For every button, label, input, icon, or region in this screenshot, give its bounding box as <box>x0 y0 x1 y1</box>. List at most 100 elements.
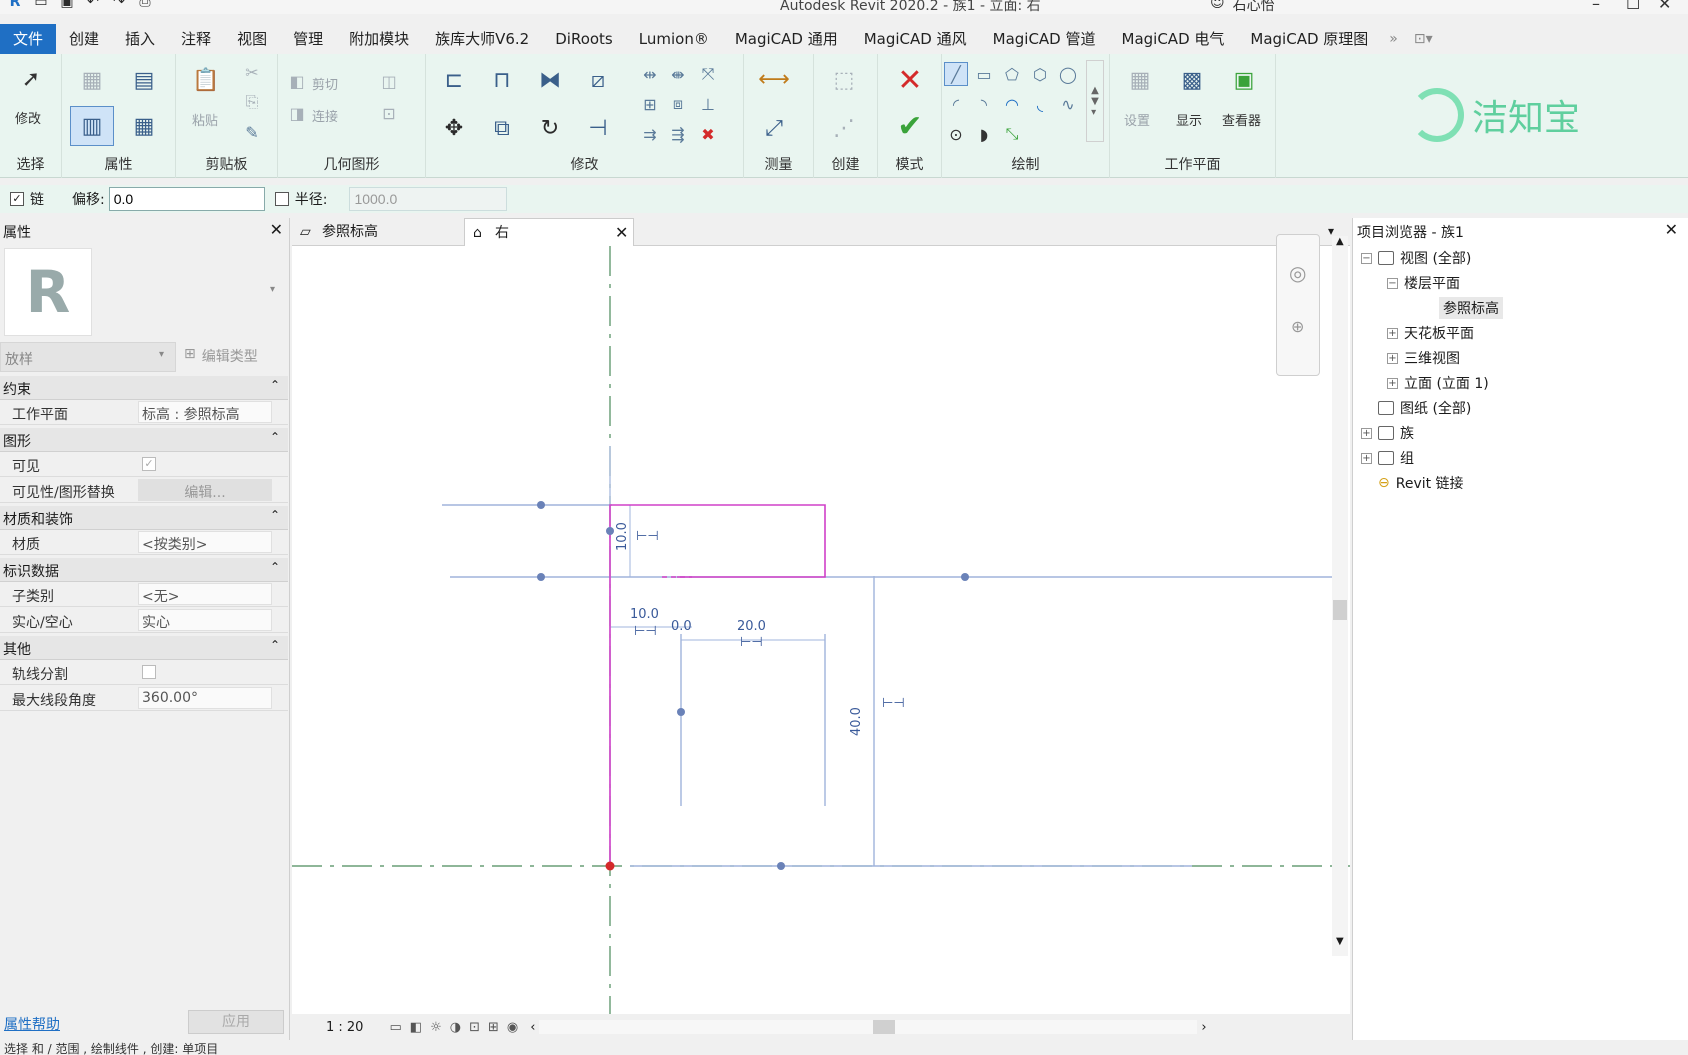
arc-center-icon[interactable]: ◝ <box>972 92 996 116</box>
drawing-canvas[interactable]: 10.0 10.0 0.0 20.0 40.0 ⊢⊣ ⊢⊣ ⊢⊣ ⊢⊣ ◎ ⊕ … <box>292 234 1350 1014</box>
collapse-icon[interactable]: − <box>1387 277 1398 289</box>
pick-lines-icon[interactable]: ⤡ <box>1000 122 1024 146</box>
tree-node-sheets[interactable]: 图纸 (全部) <box>1361 398 1471 418</box>
more-tabs-icon[interactable]: » <box>1381 31 1406 47</box>
delete-icon[interactable]: ✖ <box>696 122 720 146</box>
maximize-icon[interactable]: ☐ <box>1626 0 1640 13</box>
trim-extend-icon[interactable]: ⊣ <box>578 108 618 148</box>
tab-insert[interactable]: 插入 <box>112 24 168 54</box>
sun-path-icon[interactable]: ☼ <box>430 1020 442 1035</box>
split-icon[interactable]: ⇹ <box>638 62 662 86</box>
polygon-icon[interactable]: ⬠ <box>1000 62 1024 86</box>
tree-node-floorplans[interactable]: − 楼层平面 <box>1387 273 1460 293</box>
temporary-hide-icon[interactable]: ◉ <box>507 1020 518 1035</box>
tab-magicad-schematic[interactable]: MagiCAD 原理图 <box>1237 24 1381 54</box>
arc-start-end-icon[interactable]: ◜ <box>944 92 968 116</box>
redo-icon[interactable]: ↷ <box>110 0 128 10</box>
zoom-icon[interactable]: ⊕ <box>1291 317 1304 336</box>
close-window-icon[interactable]: ✕ <box>1658 0 1671 13</box>
section-graphics[interactable]: 图形 ⌃ <box>0 428 288 452</box>
drawing-svg[interactable]: 10.0 10.0 0.0 20.0 40.0 ⊢⊣ ⊢⊣ ⊢⊣ ⊢⊣ <box>292 246 1350 1014</box>
draw-gallery-scroll[interactable]: ▲ ▼ ▾ <box>1086 60 1104 142</box>
tree-node-elevations[interactable]: + 立面 (立面 1) <box>1387 373 1489 393</box>
tab-magicad-general[interactable]: MagiCAD 通用 <box>722 24 851 54</box>
set-workplane-icon[interactable]: ▦ <box>1118 60 1162 100</box>
cursor-icon[interactable]: ➚ <box>14 62 48 96</box>
properties-icon[interactable]: ▥ <box>70 106 114 146</box>
align-icon[interactable]: ⊏ <box>434 60 474 100</box>
properties-help-link[interactable]: 属性帮助 <box>4 1014 60 1034</box>
horizontal-scrollbar[interactable] <box>539 1020 1198 1034</box>
trim-single-icon[interactable]: ⇉ <box>638 122 662 146</box>
save-icon[interactable]: ▣ <box>58 0 76 10</box>
mirror-axis-icon[interactable]: ⧓ <box>530 60 570 100</box>
cut-icon[interactable]: ✂ <box>240 60 264 84</box>
tree-node-ceiling[interactable]: + 天花板平面 <box>1387 323 1474 343</box>
finish-edit-icon[interactable]: ✔ <box>890 106 930 146</box>
paste-label[interactable]: 粘贴 <box>192 110 218 129</box>
collapse-icon[interactable]: − <box>1361 252 1372 264</box>
tab-magicad-pipe[interactable]: MagiCAD 管道 <box>980 24 1109 54</box>
pin-icon[interactable]: ⊥ <box>696 92 720 116</box>
section-other[interactable]: 其他 ⌃ <box>0 636 288 660</box>
split-gap-icon[interactable]: ⇼ <box>666 62 690 86</box>
material-value[interactable]: <按类别> <box>138 531 272 553</box>
browser-close-icon[interactable]: ✕ <box>1665 220 1678 239</box>
tab-annotate[interactable]: 注释 <box>168 24 224 54</box>
edit-type-button[interactable]: ⊞ 编辑类型 <box>184 346 258 366</box>
section-materials[interactable]: 材质和装饰 ⌃ <box>0 506 288 530</box>
expand-icon[interactable]: + <box>1387 377 1398 389</box>
offset-input[interactable] <box>108 187 265 211</box>
copy-elements-icon[interactable]: ⧉ <box>482 108 522 148</box>
paste-icon[interactable]: 📋 <box>188 60 224 100</box>
scroll-up-icon[interactable]: ▲ <box>1336 236 1344 247</box>
show-crop-icon[interactable]: ⊞ <box>488 1020 499 1035</box>
section-identity[interactable]: 标识数据 ⌃ <box>0 558 288 582</box>
close-tab-icon[interactable]: ✕ <box>615 219 628 247</box>
measure-icon[interactable]: ⟷ <box>750 64 798 94</box>
family-category-icon[interactable]: ▤ <box>122 60 166 100</box>
tab-reference-level[interactable]: ▱ 参照标高 <box>292 218 462 246</box>
create-group-icon[interactable]: ⬚ <box>824 60 864 100</box>
show-workplane-icon[interactable]: ▩ <box>1170 60 1214 100</box>
create-similar-icon[interactable]: ⋰ <box>824 108 864 148</box>
cancel-edit-icon[interactable]: ✕ <box>890 60 930 100</box>
revit-logo-icon[interactable]: R <box>6 0 24 10</box>
partial-ellipse-icon[interactable]: ◗ <box>972 122 996 146</box>
group-select-label[interactable]: 选择 <box>0 154 61 174</box>
join-geometry-icon[interactable]: ◨ <box>286 102 308 124</box>
detail-level-icon[interactable]: ▭ <box>389 1020 401 1035</box>
user-icon[interactable]: ☺ <box>1210 0 1225 14</box>
tab-magicad-vent[interactable]: MagiCAD 通风 <box>851 24 980 54</box>
tree-node-reference-level[interactable]: 参照标高 <box>1439 297 1503 319</box>
properties-close-icon[interactable]: ✕ <box>270 220 283 239</box>
open-icon[interactable]: ▭ <box>32 0 50 10</box>
user-name[interactable]: 石心怡 <box>1233 0 1275 14</box>
rectangle-icon[interactable]: ▭ <box>972 62 996 86</box>
chain-checkbox[interactable]: ✓ <box>10 192 24 206</box>
join-label[interactable]: 连接 <box>312 106 338 125</box>
tab-lumion[interactable]: Lumion® <box>626 24 722 54</box>
expand-icon[interactable]: + <box>1387 352 1398 364</box>
unpin-icon[interactable]: ⤧ <box>696 62 720 86</box>
tab-right-elevation[interactable]: ⌂ 右 ✕ <box>464 218 634 246</box>
print-icon[interactable]: ⎙ <box>136 0 154 10</box>
ellipse-icon[interactable]: ⊙ <box>944 122 968 146</box>
offset-icon[interactable]: ⊓ <box>482 60 522 100</box>
visual-style-icon[interactable]: ◧ <box>410 1020 422 1035</box>
hscroll-thumb[interactable] <box>873 1020 896 1034</box>
family-types-icon[interactable]: ▦ <box>70 60 114 100</box>
modify-label[interactable]: 修改 <box>15 108 41 127</box>
viewer-icon[interactable]: ▣ <box>1222 60 1266 100</box>
tab-magicad-elec[interactable]: MagiCAD 电气 <box>1109 24 1238 54</box>
circle-icon[interactable]: ◯ <box>1056 62 1080 86</box>
type-dropdown-icon[interactable]: ▾ <box>270 284 275 295</box>
ribbon-toggle-icon[interactable]: ⊡▾ <box>1406 31 1441 47</box>
spline-icon[interactable]: ∿ <box>1056 92 1080 116</box>
expand-icon[interactable]: + <box>1361 427 1372 439</box>
array-icon[interactable]: ⊞ <box>638 92 662 116</box>
subcategory-value[interactable]: <无> <box>138 583 272 605</box>
tree-node-links[interactable]: ⊖ Revit 链接 <box>1361 473 1464 493</box>
tree-node-families[interactable]: + 族 <box>1361 423 1414 443</box>
tab-view[interactable]: 视图 <box>224 24 280 54</box>
